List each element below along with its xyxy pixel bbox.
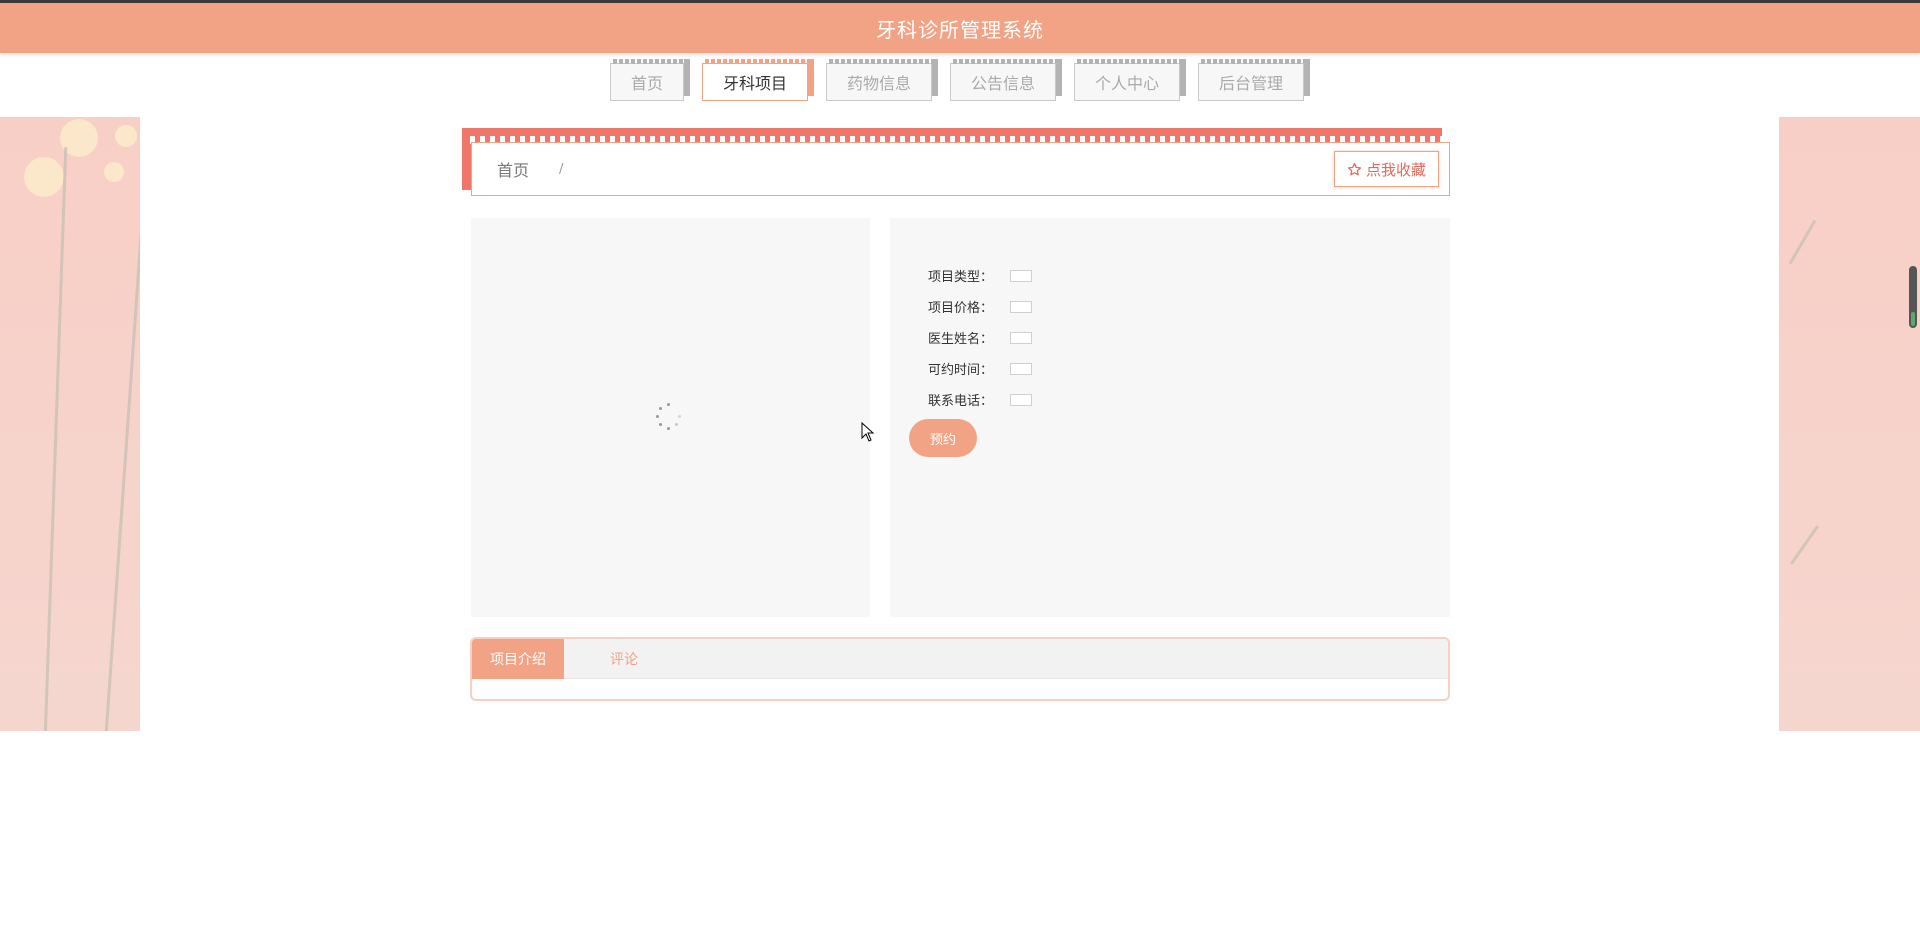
main-nav: 首页 牙科项目 药物信息 公告信息 个人中心 后台管理 — [0, 59, 1920, 105]
project-tabs: 项目介绍 评论 — [470, 637, 1450, 701]
decor-stem — [43, 147, 68, 731]
right-decoration — [1779, 117, 1920, 731]
detail-row-project-type: 项目类型： — [928, 266, 1032, 285]
scallop-edge — [130, 117, 140, 731]
favorite-button-label: 点我收藏 — [1365, 161, 1426, 179]
decor-stem — [1788, 219, 1817, 265]
book-appointment-button[interactable]: 预约 — [909, 419, 977, 457]
detail-label: 项目价格： — [928, 301, 994, 316]
scrollbar-thumb[interactable] — [1909, 266, 1917, 328]
site-header: 牙科诊所管理系统 — [0, 3, 1920, 53]
nav-item-home[interactable]: 首页 — [609, 59, 690, 101]
nav-item-announcements[interactable]: 公告信息 — [950, 59, 1063, 101]
detail-value — [1010, 269, 1032, 282]
project-image-panel — [471, 218, 870, 617]
breadcrumb-separator: / — [559, 161, 564, 177]
tab-comments[interactable]: 评论 — [578, 639, 670, 679]
detail-label: 项目类型： — [928, 270, 994, 285]
detail-row-contact-phone: 联系电话： — [928, 390, 1032, 409]
site-title: 牙科诊所管理系统 — [876, 17, 1044, 42]
detail-label: 可约时间： — [928, 363, 994, 378]
mouse-cursor-icon — [861, 422, 875, 442]
project-details-panel: 项目类型： 项目价格： 医生姓名： 可约时间： 联系电话： 预约 — [890, 218, 1450, 617]
decor-bubble — [104, 162, 124, 182]
detail-value — [1010, 331, 1032, 344]
detail-row-project-price: 项目价格： — [928, 297, 1032, 316]
tab-bar: 项目介绍 评论 — [472, 639, 1448, 679]
scallop-edge — [1779, 117, 1789, 731]
nav-item-label: 首页 — [630, 74, 663, 93]
detail-label: 联系电话： — [928, 394, 994, 409]
nav-item-medicine-info[interactable]: 药物信息 — [825, 59, 939, 101]
breadcrumb-container: 首页 / 点我收藏 — [462, 128, 1450, 198]
detail-row-available-time: 可约时间： — [928, 359, 1032, 378]
detail-value — [1010, 393, 1032, 406]
nav-item-label: 药物信息 — [846, 74, 911, 93]
nav-item-personal-center[interactable]: 个人中心 — [1074, 59, 1187, 101]
nav-item-label: 后台管理 — [1219, 74, 1284, 93]
loading-spinner-icon — [654, 403, 684, 433]
nav-item-label: 个人中心 — [1095, 74, 1160, 93]
decor-bubble — [24, 157, 64, 197]
detail-label: 医生姓名： — [928, 332, 994, 347]
nav-item-admin[interactable]: 后台管理 — [1198, 59, 1311, 101]
decor-stem — [1790, 525, 1819, 565]
detail-value — [1010, 300, 1032, 313]
nav-item-label: 公告信息 — [971, 74, 1036, 93]
tab-project-intro[interactable]: 项目介绍 — [472, 639, 564, 679]
left-decoration — [0, 117, 140, 731]
detail-row-doctor-name: 医生姓名： — [928, 328, 1032, 347]
star-outline-icon — [1347, 162, 1362, 175]
detail-value — [1010, 362, 1032, 375]
nav-item-label: 牙科项目 — [722, 74, 787, 93]
favorite-button[interactable]: 点我收藏 — [1333, 151, 1439, 187]
breadcrumb-home-link[interactable]: 首页 — [497, 157, 529, 181]
breadcrumb: 首页 / 点我收藏 — [471, 142, 1450, 196]
nav-item-dental-projects[interactable]: 牙科项目 — [701, 59, 815, 101]
